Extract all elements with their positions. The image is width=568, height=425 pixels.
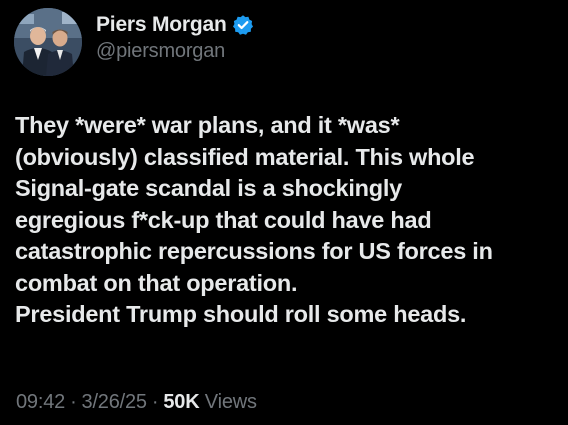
- tweet-card: Piers Morgan @piersmorgan They *were* wa…: [0, 0, 568, 425]
- tweet-text-line: egregious f*ck-up that could have had: [15, 206, 432, 233]
- avatar[interactable]: [14, 8, 82, 76]
- tweet-text-line: combat on that operation.: [15, 269, 298, 296]
- author-handle[interactable]: @piersmorgan: [96, 40, 254, 63]
- tweet-meta: 09:42 · 3/26/25 · 50K Views: [16, 391, 257, 414]
- avatar-photo: [14, 8, 82, 76]
- author-display-name[interactable]: Piers Morgan: [96, 13, 227, 37]
- post-date[interactable]: 3/26/25: [82, 391, 148, 413]
- name-row: Piers Morgan: [96, 12, 254, 38]
- tweet-text-line: catastrophic repercussions for US forces…: [15, 238, 493, 264]
- tweet-text-line: President Trump should roll some heads.: [15, 301, 467, 327]
- tweet-text-line: Signal-gate scandal is a shockingly: [15, 175, 402, 201]
- verified-badge-icon[interactable]: [232, 14, 254, 36]
- meta-separator: ·: [151, 391, 159, 413]
- tweet-header: Piers Morgan @piersmorgan: [14, 8, 254, 76]
- views-count: 50K: [163, 391, 200, 413]
- meta-separator: ·: [70, 391, 77, 413]
- post-time[interactable]: 09:42: [16, 391, 65, 413]
- tweet-text-line: They *were* war plans, and it *was*: [15, 112, 400, 138]
- tweet-text-line: (obviously) classified material. This wh…: [15, 143, 475, 170]
- views-label: Views: [204, 391, 257, 413]
- author-identity: Piers Morgan @piersmorgan: [96, 8, 254, 63]
- tweet-text: They *were* war plans, and it *was* (obv…: [15, 110, 560, 331]
